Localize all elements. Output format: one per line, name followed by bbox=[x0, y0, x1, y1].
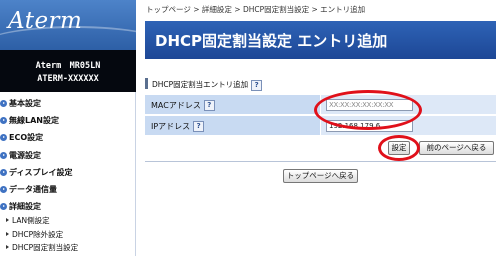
nav-item-data-usage[interactable]: データ通信量 bbox=[0, 183, 57, 196]
nav-item-basic-settings[interactable]: 基本設定 bbox=[0, 97, 41, 110]
nav-item-eco[interactable]: ECO設定 bbox=[0, 131, 43, 144]
nav-item-label: 電源設定 bbox=[9, 151, 41, 160]
highlight-oval-inputs bbox=[314, 90, 422, 130]
page-title-banner: DHCP固定割当設定 エントリ追加 bbox=[145, 21, 496, 59]
highlight-oval-set-button bbox=[378, 135, 420, 161]
top-page-button[interactable]: トップページへ戻る bbox=[283, 169, 358, 183]
arrow-bullet-icon bbox=[0, 152, 7, 159]
help-icon[interactable]: ? bbox=[251, 79, 263, 91]
nav-item-label: ディスプレイ設定 bbox=[9, 168, 73, 177]
model-name: Aterm MR05LN bbox=[35, 61, 101, 71]
nav-item-advanced[interactable]: 詳細設定 bbox=[0, 200, 41, 213]
section-title: DHCP固定割当エントリ追加? bbox=[148, 79, 263, 91]
help-icon[interactable]: ? bbox=[203, 100, 215, 111]
nav-item-power[interactable]: 電源設定 bbox=[0, 149, 41, 162]
section-title-text: DHCP固定割当エントリ追加 bbox=[152, 80, 249, 89]
triangle-icon bbox=[6, 245, 9, 249]
ip-address-label-text: IPアドレス bbox=[151, 122, 191, 131]
mac-address-label-cell: MACアドレス? bbox=[145, 95, 320, 115]
arrow-bullet-icon bbox=[0, 203, 7, 210]
sub-item-label: LAN側設定 bbox=[12, 216, 50, 225]
nav-item-label: データ通信量 bbox=[9, 185, 57, 194]
arrow-bullet-icon bbox=[0, 169, 7, 176]
arrow-bullet-icon bbox=[0, 117, 7, 124]
sub-item-dhcp-exclude[interactable]: DHCP除外設定 bbox=[6, 229, 63, 240]
arrow-bullet-icon bbox=[0, 100, 7, 107]
nav-item-label: ECO設定 bbox=[9, 133, 44, 142]
nav-item-display[interactable]: ディスプレイ設定 bbox=[0, 166, 72, 179]
sidebar: Aterm Aterm MR05LN ATERM-XXXXXX 基本設定 無線L… bbox=[0, 0, 136, 256]
device-name: ATERM-XXXXXX bbox=[37, 74, 99, 84]
nav-item-label: 無線LAN設定 bbox=[9, 116, 59, 125]
ip-address-label: IPアドレス? bbox=[151, 121, 205, 132]
triangle-icon bbox=[6, 232, 9, 236]
sub-item-label: DHCP固定割当設定 bbox=[12, 243, 79, 252]
page-title: DHCP固定割当設定 エントリ追加 bbox=[155, 32, 388, 50]
nav-item-wireless-lan[interactable]: 無線LAN設定 bbox=[0, 114, 59, 127]
mac-address-label: MACアドレス? bbox=[151, 100, 215, 111]
sub-item-label: DHCP除外設定 bbox=[12, 230, 64, 239]
arrow-bullet-icon bbox=[0, 134, 7, 141]
sub-item-lan-settings[interactable]: LAN側設定 bbox=[6, 215, 50, 226]
triangle-icon bbox=[6, 218, 9, 222]
ip-address-label-cell: IPアドレス? bbox=[145, 116, 320, 136]
divider bbox=[145, 161, 496, 162]
nav-item-label: 基本設定 bbox=[9, 99, 41, 108]
model-info: Aterm MR05LN ATERM-XXXXXX bbox=[0, 50, 136, 92]
arrow-bullet-icon bbox=[0, 186, 7, 193]
brand-logo: Aterm bbox=[0, 0, 136, 50]
back-button[interactable]: 前のページへ戻る bbox=[419, 141, 494, 155]
breadcrumb[interactable]: トップページ > 詳細設定 > DHCP固定割当設定 > エントリ追加 bbox=[146, 4, 365, 15]
logo-text: Aterm bbox=[8, 8, 83, 34]
mac-address-label-text: MACアドレス bbox=[151, 101, 201, 110]
nav-item-label: 詳細設定 bbox=[9, 202, 41, 211]
help-icon[interactable]: ? bbox=[193, 121, 205, 132]
sub-item-dhcp-static[interactable]: DHCP固定割当設定 bbox=[6, 242, 78, 253]
